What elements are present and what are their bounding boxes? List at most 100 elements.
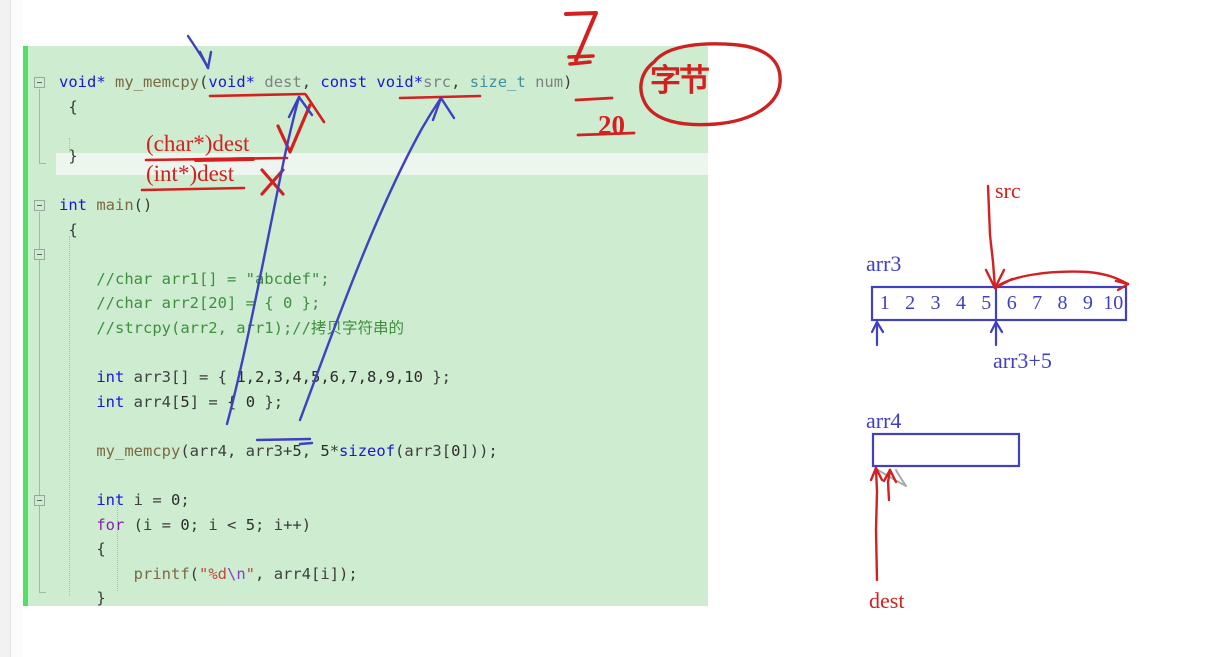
code-token: [ [171, 392, 181, 411]
code-line: int i = 0; [59, 488, 708, 513]
arr3-base-arrow [870, 320, 885, 347]
code-line: printf("%d\n", arr4[i]); [59, 562, 708, 587]
code-token: , [301, 73, 321, 91]
screen-root: void* my_memcpy(void* dest, const void*s… [0, 0, 1225, 657]
code-token: ( [124, 515, 143, 534]
arr3-cell: 4 [955, 292, 966, 314]
code-token: ++) [283, 515, 312, 534]
fold-toggle-region[interactable] [34, 249, 45, 260]
arr3-cell: 9 [1082, 292, 1093, 314]
code-token: arr4 [189, 441, 227, 460]
code-token: [ [311, 564, 321, 583]
arr3-cell: 6 [1006, 292, 1017, 314]
code-token: 5 [245, 515, 256, 534]
code-token: 1,2,3,4,5,6,7,8,9,10 [236, 368, 423, 387]
code-token: int [96, 392, 125, 411]
code-token: int [96, 368, 125, 387]
code-token: i [208, 515, 218, 534]
code-token: < [217, 515, 246, 534]
code-token: , [451, 73, 470, 91]
code-token: 0 [171, 491, 181, 510]
code-token: { [59, 97, 78, 116]
code-token: dest [264, 73, 302, 91]
code-token: ; [255, 515, 274, 534]
arr3-label: arr3 [866, 251, 902, 276]
fold-toggle-main[interactable] [34, 200, 45, 211]
grey-scribble [877, 469, 907, 487]
code-token: { [59, 540, 106, 559]
code-token: ( [199, 73, 209, 91]
arr3-cell: 10 [1103, 292, 1124, 314]
arr4-array-box [871, 432, 1021, 468]
code-token: const [320, 73, 368, 91]
code-token: //strcpy(arr2, arr1);//拷贝字符串的 [59, 318, 404, 337]
code-token: void* [59, 73, 106, 91]
arr3-cell: 3 [930, 292, 941, 314]
code-token: for [96, 515, 125, 534]
code-token: i [320, 564, 330, 583]
code-token: } [59, 589, 106, 606]
code-token: arr3 [133, 368, 171, 387]
code-token: , [227, 441, 246, 460]
annotation-circled-note: 字节 [650, 63, 710, 99]
fold-toggle-my-memcpy[interactable] [34, 77, 45, 88]
code-line: //char arr2[20] = { 0 }; [59, 291, 708, 316]
annotation-cast-char: (char*)dest [146, 131, 250, 156]
code-token: = [152, 515, 181, 534]
code-token: my_memcpy [96, 441, 181, 460]
code-line: int main() [59, 193, 708, 218]
arr3-cell: 2 [905, 292, 916, 314]
src-label: src [995, 178, 1021, 203]
code-token: }; [422, 368, 451, 387]
code-token: [] = { [171, 368, 237, 387]
code-line: { [59, 218, 708, 243]
code-token: " [245, 564, 256, 583]
code-token: src [423, 73, 452, 91]
code-token: 5 [292, 441, 302, 460]
arr3-cell: 8 [1057, 292, 1068, 314]
code-line: for (i = 0; i < 5; i++) [59, 513, 708, 538]
code-token: ( [180, 441, 190, 460]
code-token: 0 [451, 441, 461, 460]
code-token: () [133, 195, 153, 214]
code-token: arr3 [404, 441, 442, 460]
code-token: i [133, 491, 144, 510]
code-token: 5 [320, 441, 330, 460]
code-token: 5 [180, 392, 190, 411]
code-token: + [283, 441, 293, 460]
fold-toggle-for-loop[interactable] [34, 495, 45, 506]
editor-fold-gutter[interactable] [28, 46, 55, 606]
annotation-twenty: 20 [598, 110, 625, 140]
code-token: i [273, 515, 284, 534]
code-line: //char arr1[] = "abcdef"; [59, 267, 708, 292]
code-token: void* [376, 73, 424, 91]
code-token: ) [563, 73, 573, 91]
code-token: "%d [199, 564, 227, 583]
page-left-margin-inner [11, 0, 23, 657]
arr3-cell: 7 [1032, 292, 1043, 314]
code-token: int [59, 195, 87, 214]
page-left-margin-outer [0, 0, 10, 657]
arr3-cell: 5 [981, 292, 992, 314]
code-line: int arr3[] = { 1,2,3,4,5,6,7,8,9,10 }; [59, 365, 708, 390]
fold-scope-end-main [39, 592, 46, 593]
code-token: , [301, 441, 321, 460]
code-token: ])); [460, 441, 498, 460]
fold-scope-end-my-memcpy [39, 163, 46, 164]
code-line: void* my_memcpy(void* dest, const void*s… [59, 70, 708, 95]
code-token: sizeof [339, 441, 396, 460]
